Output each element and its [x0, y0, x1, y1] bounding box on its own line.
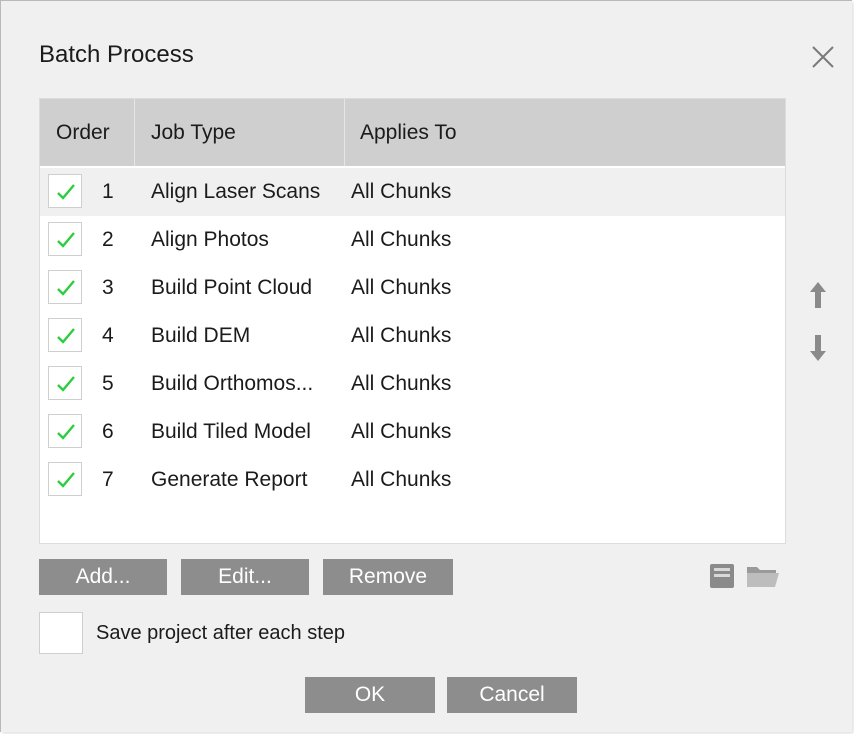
row-order: 3	[102, 276, 114, 299]
checkmark-icon	[57, 424, 75, 440]
folder-icon	[747, 567, 779, 587]
column-header-job-type[interactable]: Job Type	[134, 99, 236, 166]
close-icon	[812, 46, 834, 68]
row-applies-to: All Chunks	[351, 468, 452, 491]
save-icon	[710, 564, 734, 588]
row-job-type: Build DEM	[151, 324, 251, 347]
table-row[interactable]: 5 Build Orthomos... All Chunks	[40, 360, 785, 408]
table-row[interactable]: 6 Build Tiled Model All Chunks	[40, 408, 785, 456]
row-job-type: Build Orthomos...	[151, 372, 314, 395]
row-checkbox[interactable]	[48, 462, 82, 496]
save-project-checkbox[interactable]	[39, 612, 83, 654]
checkmark-icon	[57, 328, 75, 344]
row-checkbox[interactable]	[48, 174, 82, 208]
checkmark-icon	[57, 184, 75, 200]
row-applies-to: All Chunks	[351, 228, 452, 251]
column-header-order[interactable]: Order	[56, 99, 110, 166]
row-job-type: Build Tiled Model	[151, 420, 311, 443]
row-applies-to: All Chunks	[351, 276, 452, 299]
save-project-label: Save project after each step	[96, 622, 346, 644]
table-row[interactable]: 4 Build DEM All Chunks	[40, 312, 785, 360]
jobs-table: Order Job Type Applies To 1 Align Laser …	[39, 98, 786, 544]
row-checkbox[interactable]	[48, 222, 82, 256]
column-header-applies-to[interactable]: Applies To	[344, 99, 457, 166]
edit-button[interactable]: Edit...	[181, 559, 309, 595]
checkmark-icon	[57, 472, 75, 488]
row-order: 1	[102, 180, 114, 203]
table-row[interactable]: 7 Generate Report All Chunks	[40, 456, 785, 504]
dialog-title: Batch Process	[39, 41, 194, 68]
row-order: 2	[102, 228, 114, 251]
move-down-button[interactable]	[810, 335, 826, 366]
checkmark-icon	[57, 376, 75, 392]
row-applies-to: All Chunks	[351, 372, 452, 395]
arrow-up-icon	[810, 282, 826, 308]
row-checkbox[interactable]	[48, 318, 82, 352]
arrow-down-icon	[810, 335, 826, 361]
open-job-list-button[interactable]	[746, 563, 780, 594]
table-header: Order Job Type Applies To	[40, 99, 785, 166]
batch-process-dialog: Batch Process Order Job Type Applies To …	[0, 0, 852, 732]
row-job-type: Build Point Cloud	[151, 276, 313, 299]
row-job-type: Generate Report	[151, 468, 308, 491]
cancel-button[interactable]: Cancel	[447, 677, 577, 713]
checkmark-icon	[57, 232, 75, 248]
row-order: 5	[102, 372, 114, 395]
row-checkbox[interactable]	[48, 270, 82, 304]
row-checkbox[interactable]	[48, 366, 82, 400]
row-job-type: Align Laser Scans	[151, 180, 321, 203]
row-applies-to: All Chunks	[351, 180, 452, 203]
row-applies-to: All Chunks	[351, 324, 452, 347]
row-checkbox[interactable]	[48, 414, 82, 448]
row-applies-to: All Chunks	[351, 420, 452, 443]
table-row[interactable]: 2 Align Photos All Chunks	[40, 216, 785, 264]
table-row[interactable]: 1 Align Laser Scans All Chunks	[40, 168, 785, 216]
row-order: 7	[102, 468, 114, 491]
save-job-list-button[interactable]	[709, 563, 735, 594]
ok-button[interactable]: OK	[305, 677, 435, 713]
row-order: 6	[102, 420, 114, 443]
add-button[interactable]: Add...	[39, 559, 167, 595]
row-job-type: Align Photos	[151, 228, 269, 251]
row-order: 4	[102, 324, 114, 347]
checkmark-icon	[57, 280, 75, 296]
close-button[interactable]	[809, 43, 837, 71]
remove-button[interactable]: Remove	[323, 559, 453, 595]
move-up-button[interactable]	[810, 282, 826, 313]
table-row[interactable]: 3 Build Point Cloud All Chunks	[40, 264, 785, 312]
